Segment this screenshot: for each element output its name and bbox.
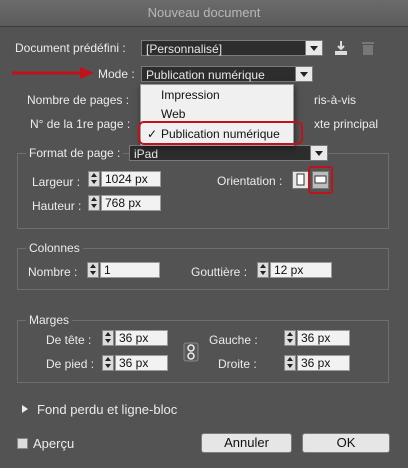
menu-item-print[interactable]: Impression <box>141 86 293 104</box>
chevron-down-icon <box>295 67 312 81</box>
chevron-down-icon <box>305 41 322 55</box>
mode-label: Mode : <box>98 67 135 81</box>
gutter-label: Gouttière : <box>191 265 248 279</box>
chain-link-icon[interactable] <box>183 342 199 362</box>
margin-top-stepper[interactable] <box>102 330 114 346</box>
preset-value: [Personnalisé] <box>146 42 223 56</box>
width-stepper[interactable] <box>88 171 100 187</box>
orientation-label: Orientation : <box>217 174 283 188</box>
master-frame-label: xte principal <box>314 117 379 131</box>
width-label: Largeur : <box>32 175 81 189</box>
bleed-slug-label[interactable]: Fond perdu et ligne-bloc <box>37 402 177 417</box>
margin-left-stepper[interactable] <box>284 330 296 346</box>
width-field[interactable]: 1024 px <box>101 171 161 187</box>
height-label: Hauteur : <box>32 199 82 213</box>
preset-select[interactable]: [Personnalisé] <box>141 40 323 56</box>
margin-top-label: De tête : <box>46 333 92 347</box>
landscape-annotation-box <box>308 166 333 194</box>
pages-label: Nombre de pages : <box>27 93 130 107</box>
page-format-value: iPad <box>134 147 159 161</box>
mode-value: Publication numérique <box>146 68 265 82</box>
margin-bottom-field[interactable]: 36 px <box>115 355 168 371</box>
disclosure-triangle-icon[interactable] <box>21 404 29 414</box>
height-stepper[interactable] <box>88 195 100 211</box>
margin-left-field[interactable]: 36 px <box>297 330 350 346</box>
title-bar[interactable]: Nouveau document <box>0 0 408 27</box>
new-document-dialog: Nouveau document Document prédéfini : [P… <box>0 0 408 468</box>
margin-bottom-label: De pied : <box>46 357 95 371</box>
margins-legend: Marges <box>26 313 73 327</box>
chevron-down-icon <box>310 146 327 160</box>
columns-stepper[interactable] <box>87 262 99 278</box>
facing-pages-label: ris-à-vis <box>314 93 356 107</box>
preview-checkbox[interactable] <box>17 438 28 449</box>
margin-left-label: Gauche : <box>209 333 258 347</box>
height-field[interactable]: 768 px <box>101 195 161 211</box>
save-preset-icon[interactable] <box>333 40 349 56</box>
preview-label: Aperçu <box>33 436 75 451</box>
ok-button[interactable]: OK <box>302 433 390 453</box>
annotation-arrow-icon <box>12 67 94 79</box>
margin-right-label: Droite : <box>218 357 257 371</box>
mode-select[interactable]: Publication numérique <box>141 66 313 82</box>
preset-label: Document prédéfini : <box>15 41 126 55</box>
columns-number-label: Nombre : <box>28 265 78 279</box>
columns-legend: Colonnes <box>26 241 83 255</box>
margin-bottom-stepper[interactable] <box>102 355 114 371</box>
menu-item-label: Impression <box>161 88 220 102</box>
trash-icon[interactable] <box>361 40 375 56</box>
margin-right-field[interactable]: 36 px <box>297 355 350 371</box>
gutter-stepper[interactable] <box>257 262 269 278</box>
portrait-icon <box>296 173 305 186</box>
margin-right-stepper[interactable] <box>284 355 296 371</box>
gutter-field[interactable]: 12 px <box>270 262 332 278</box>
cancel-button[interactable]: Annuler <box>201 433 292 453</box>
page-format-group <box>17 153 389 229</box>
portrait-button[interactable] <box>292 171 309 189</box>
first-page-label: N° de la 1re page : <box>30 117 131 131</box>
menu-annotation-box <box>138 121 303 145</box>
page-format-label: Format de page : <box>26 146 124 160</box>
margin-top-field[interactable]: 36 px <box>115 330 168 346</box>
columns-number-field[interactable]: 1 <box>100 262 160 278</box>
page-format-select[interactable]: iPad <box>129 145 328 161</box>
window-title: Nouveau document <box>147 5 261 20</box>
